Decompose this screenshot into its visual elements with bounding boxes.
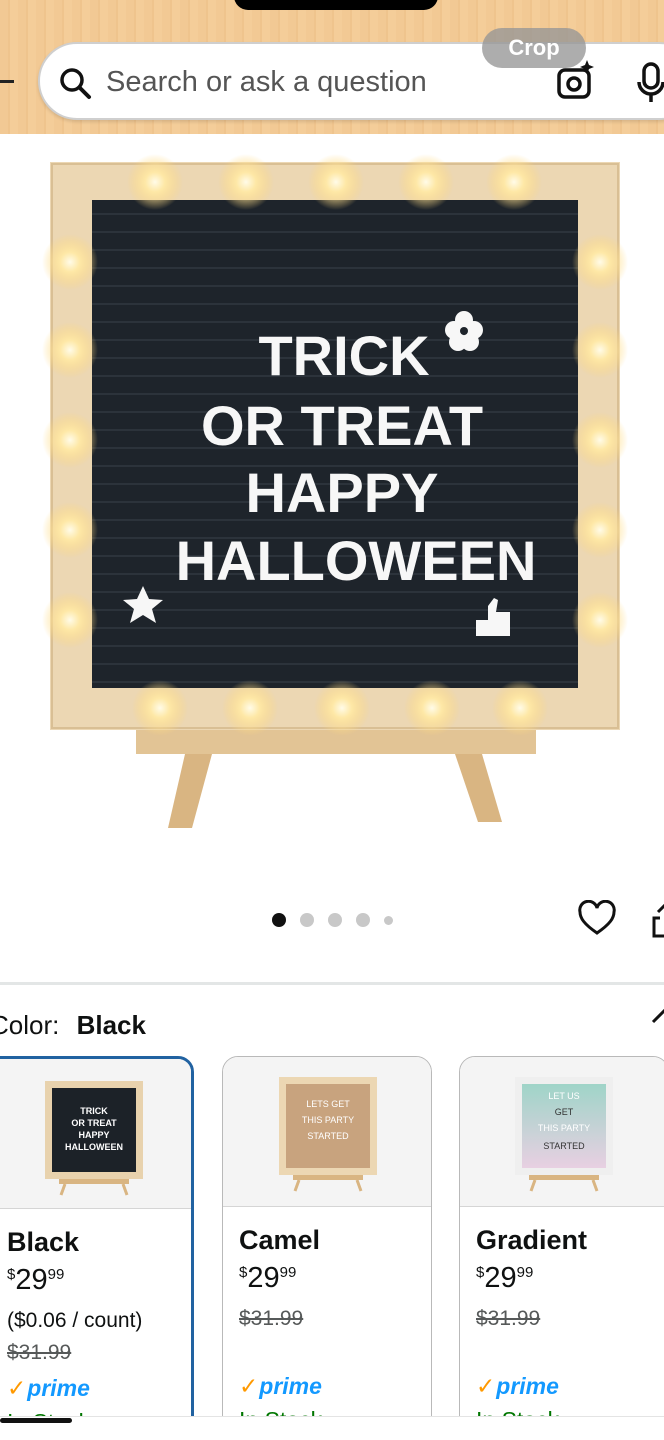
home-indicator[interactable] — [0, 1418, 72, 1423]
list-price: $31.99 — [239, 1307, 304, 1330]
thumb-line: THIS PARTY — [302, 1115, 354, 1125]
thumb-line: GET — [555, 1107, 574, 1117]
section-divider — [0, 982, 664, 985]
thumb-line: STARTED — [307, 1131, 349, 1141]
carousel-dot[interactable] — [384, 915, 393, 925]
swatch-thumbnail: LETS GET THIS PARTY STARTED — [223, 1057, 431, 1207]
thumb-line: LET US — [548, 1091, 579, 1101]
carousel-indicator[interactable] — [272, 912, 393, 928]
thumb-line: HAPPY — [78, 1130, 109, 1140]
camera-notch — [234, 0, 438, 10]
product-image[interactable]: TRICK OR TREAT HAPPY HALLOWEEN — [0, 134, 664, 850]
price-fraction: 99 — [47, 1266, 65, 1283]
list-price: $31.99 — [476, 1307, 541, 1330]
unit-price: ($0.06 / count) — [7, 1309, 143, 1332]
color-selected-value: Black — [76, 1010, 146, 1040]
search-input[interactable]: Search or ask a question — [106, 66, 427, 99]
prime-label: prime — [496, 1373, 559, 1399]
prime-label: prime — [27, 1375, 90, 1401]
chevron-up-icon[interactable] — [650, 1006, 664, 1026]
thumb-line: THIS PARTY — [538, 1123, 590, 1133]
price-fraction: 99 — [516, 1264, 534, 1281]
thumb-line: LETS GET — [306, 1099, 350, 1109]
price-whole: 29 — [484, 1262, 517, 1294]
swatch-name: Camel — [239, 1225, 321, 1255]
prime-badge: ✓prime — [476, 1373, 559, 1399]
sign-line-4: HALLOWEEN — [176, 529, 537, 592]
thumb-line: TRICK — [80, 1106, 108, 1116]
product-page: Search or ask a question Crop TRICK OR T… — [0, 0, 664, 1440]
sign-line-1: TRICK — [258, 324, 429, 387]
price-whole: 29 — [247, 1262, 280, 1294]
price-fraction: 99 — [279, 1264, 297, 1281]
swatch-thumbnail: LET US GET THIS PARTY STARTED — [460, 1057, 664, 1207]
search-icon — [60, 68, 91, 99]
sign-line-3: HAPPY — [246, 461, 439, 524]
thumb-line: STARTED — [543, 1141, 585, 1151]
carousel-dot[interactable] — [300, 913, 314, 927]
prime-badge: ✓prime — [239, 1373, 322, 1399]
list-price: $31.99 — [7, 1341, 72, 1364]
thumb-line: HALLOWEEN — [65, 1142, 123, 1152]
swatch-price: $2999 — [7, 1264, 64, 1297]
swatch-thumbnail: TRICK OR TREAT HAPPY HALLOWEEN — [0, 1059, 191, 1209]
crop-button[interactable]: Crop — [482, 28, 586, 68]
back-arrow-icon[interactable] — [0, 80, 14, 83]
header-bar: Search or ask a question Crop — [0, 0, 664, 134]
heart-icon[interactable] — [578, 900, 616, 938]
color-selector-label: Color: Black — [0, 1010, 146, 1041]
price-whole: 29 — [15, 1264, 48, 1296]
swatch-card-black[interactable]: TRICK OR TREAT HAPPY HALLOWEEN Black $29… — [0, 1056, 194, 1436]
swatch-card-gradient[interactable]: LET US GET THIS PARTY STARTED Gradient $… — [459, 1056, 664, 1436]
swatch-price: $2999 — [476, 1262, 533, 1295]
sign-line-2: OR TREAT — [201, 394, 483, 457]
bottom-bar — [0, 1416, 664, 1440]
thumb-line: OR TREAT — [71, 1118, 117, 1128]
prime-label: prime — [259, 1373, 322, 1399]
swatch-price: $2999 — [239, 1262, 296, 1295]
carousel-dot[interactable] — [328, 913, 342, 927]
color-label: Color: — [0, 1010, 60, 1040]
mic-icon[interactable] — [636, 62, 664, 104]
carousel-dot[interactable] — [272, 913, 286, 927]
share-icon[interactable] — [650, 902, 664, 938]
carousel-dot[interactable] — [356, 913, 370, 927]
swatch-name: Gradient — [476, 1225, 588, 1255]
prime-badge: ✓prime — [7, 1375, 90, 1401]
swatch-card-camel[interactable]: LETS GET THIS PARTY STARTED Camel $2999 … — [222, 1056, 432, 1436]
swatch-name: Black — [7, 1227, 80, 1257]
